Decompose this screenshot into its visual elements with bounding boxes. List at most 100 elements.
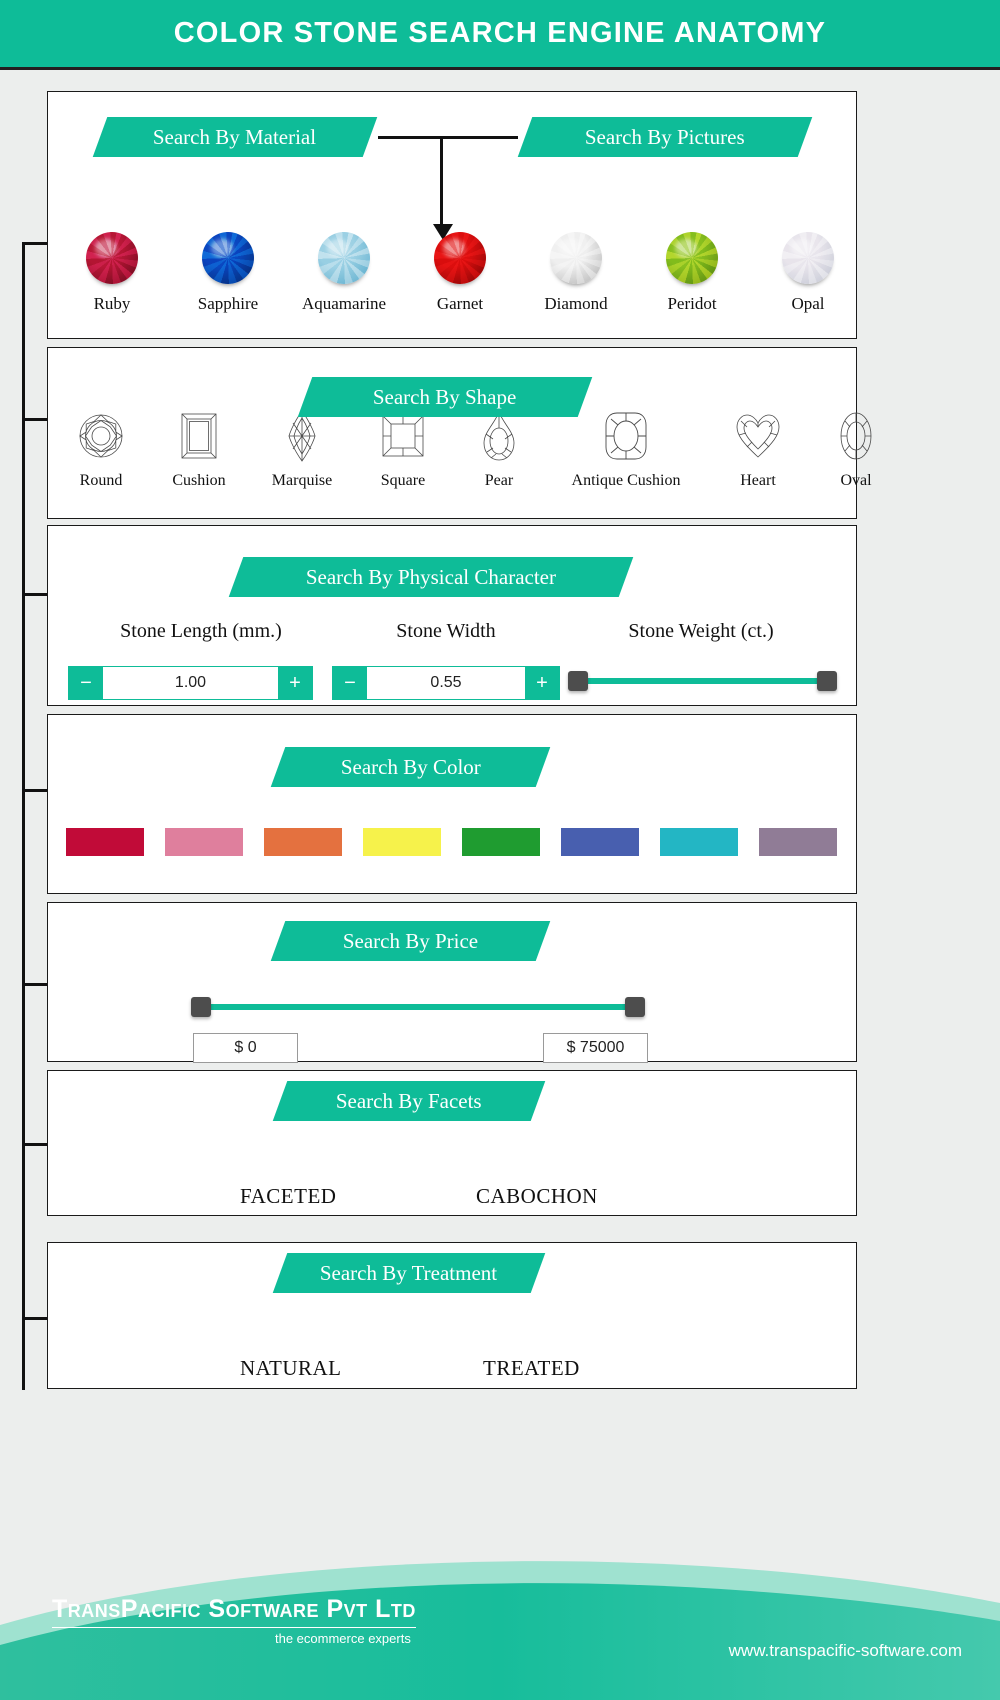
slider-track (193, 1004, 643, 1010)
price-min-input[interactable]: $ 0 (193, 1033, 298, 1063)
shape-label: Antique Cushion (571, 472, 681, 489)
shape-label: Pear (484, 472, 514, 489)
stone-list: Ruby Sapphire Aquamarine Garnet Diamond … (54, 232, 866, 314)
banner-label: Search By Facets (336, 1088, 482, 1113)
spine-vertical-connector (22, 242, 25, 1390)
banner-search-by-shape[interactable]: Search By Shape (297, 377, 593, 417)
stone-item[interactable]: Sapphire (170, 232, 286, 314)
color-swatch-green[interactable] (462, 828, 540, 856)
banner-search-by-physical-character[interactable]: Search By Physical Character (228, 557, 634, 597)
stone-width-stepper[interactable]: − 0.55 + (332, 666, 560, 700)
color-swatch-blue[interactable] (561, 828, 639, 856)
facets-option-faceted[interactable]: FACETED (240, 1184, 336, 1209)
banner-label: Search By Shape (373, 384, 517, 409)
banner-search-by-facets[interactable]: Search By Facets (272, 1081, 546, 1121)
banner-search-by-treatment[interactable]: Search By Treatment (272, 1253, 546, 1293)
banner-label: Search By Material (153, 124, 317, 149)
stone-label: Peridot (667, 294, 717, 313)
price-max-input[interactable]: $ 75000 (543, 1033, 648, 1063)
panel-physical-character: Stone Length (mm.) Stone Width Stone Wei… (47, 525, 857, 706)
aquamarine-gem-icon (318, 232, 370, 284)
shape-label: Cushion (172, 472, 226, 489)
oval-shape-icon (810, 408, 902, 464)
color-swatch-yellow[interactable] (363, 828, 441, 856)
banner-label: Search By Physical Character (305, 564, 557, 589)
shape-item[interactable]: Pear (452, 408, 546, 490)
price-slider[interactable] (191, 997, 645, 1017)
stone-weight-label: Stone Weight (ct.) (628, 620, 774, 642)
price-max-handle[interactable] (625, 997, 645, 1017)
stone-length-decrement-button[interactable]: − (69, 667, 103, 699)
page-header: COLOR STONE SEARCH ENGINE ANATOMY (0, 0, 1000, 70)
shape-item[interactable]: Oval (810, 408, 902, 490)
color-swatch-mauve[interactable] (759, 828, 837, 856)
stone-width-value[interactable]: 0.55 (367, 667, 525, 699)
stone-weight-slider[interactable] (568, 671, 837, 691)
stone-item[interactable]: Garnet (402, 232, 518, 314)
opal-gem-icon (782, 232, 834, 284)
color-swatch-pink[interactable] (165, 828, 243, 856)
heart-shape-icon (706, 408, 810, 464)
infographic-body: Ruby Sapphire Aquamarine Garnet Diamond … (0, 70, 1000, 1623)
stone-label: Ruby (93, 294, 131, 313)
banner-search-by-material[interactable]: Search By Material (92, 117, 378, 157)
shape-item[interactable]: Heart (706, 408, 810, 490)
stone-weight-max-handle[interactable] (817, 671, 837, 691)
stone-item[interactable]: Ruby (54, 232, 170, 314)
round-shape-icon (54, 408, 148, 464)
stone-label: Garnet (436, 294, 484, 313)
shape-item[interactable]: Cushion (148, 408, 250, 490)
shape-item[interactable]: Round (54, 408, 148, 490)
stone-label: Sapphire (197, 294, 259, 313)
color-swatch-cyan[interactable] (660, 828, 738, 856)
facets-option-cabochon[interactable]: CABOCHON (476, 1184, 598, 1209)
company-website-url[interactable]: www.transpacific-software.com (729, 1641, 962, 1661)
stone-width-decrement-button[interactable]: − (333, 667, 367, 699)
shape-label: Oval (840, 472, 872, 489)
stone-length-stepper[interactable]: − 1.00 + (68, 666, 313, 700)
stone-width-increment-button[interactable]: + (525, 667, 559, 699)
banner-label: Search By Pictures (585, 124, 745, 149)
shape-label: Heart (740, 472, 776, 489)
shape-item[interactable]: Marquise (250, 408, 354, 490)
material-pictures-drop (440, 136, 443, 230)
color-swatch-list (66, 828, 858, 856)
shape-item[interactable]: Square (354, 408, 452, 490)
panel-color (47, 714, 857, 894)
sapphire-gem-icon (202, 232, 254, 284)
shape-label: Square (380, 472, 426, 489)
stone-item[interactable]: Peridot (634, 232, 750, 314)
stone-item[interactable]: Aquamarine (286, 232, 402, 314)
color-swatch-crimson[interactable] (66, 828, 144, 856)
stone-item[interactable]: Diamond (518, 232, 634, 314)
banner-search-by-price[interactable]: Search By Price (270, 921, 551, 961)
panel-shape: Round Cushion Marquise Square Pear Antiq… (47, 347, 872, 519)
stone-item[interactable]: Opal (750, 232, 866, 314)
treatment-option-natural[interactable]: NATURAL (240, 1356, 342, 1381)
page-title: COLOR STONE SEARCH ENGINE ANATOMY (173, 17, 827, 49)
banner-search-by-color[interactable]: Search By Color (270, 747, 551, 787)
stone-length-label: Stone Length (mm.) (120, 620, 282, 642)
stone-label: Opal (791, 294, 825, 313)
slider-track (570, 678, 835, 684)
cushion-shape-icon (148, 408, 250, 464)
shape-label: Marquise (271, 472, 333, 489)
banner-search-by-pictures[interactable]: Search By Pictures (517, 117, 813, 157)
price-min-handle[interactable] (191, 997, 211, 1017)
peridot-gem-icon (666, 232, 718, 284)
company-logo: TransPacific Software Pvt Ltd (52, 1595, 416, 1628)
stone-length-value[interactable]: 1.00 (103, 667, 278, 699)
color-swatch-orange[interactable] (264, 828, 342, 856)
ruby-gem-icon (86, 232, 138, 284)
stone-length-increment-button[interactable]: + (278, 667, 312, 699)
page-footer: TransPacific Software Pvt Ltd the ecomme… (0, 1553, 1000, 1700)
company-tagline: the ecommerce experts (275, 1631, 411, 1646)
material-pictures-link (378, 136, 518, 139)
stone-weight-min-handle[interactable] (568, 671, 588, 691)
stone-label: Diamond (544, 294, 608, 313)
treatment-option-treated[interactable]: TREATED (483, 1356, 580, 1381)
shape-item[interactable]: Antique Cushion (546, 408, 706, 490)
banner-label: Search By Color (340, 754, 481, 779)
banner-label: Search By Price (342, 928, 479, 953)
stone-label: Aquamarine (301, 294, 387, 313)
